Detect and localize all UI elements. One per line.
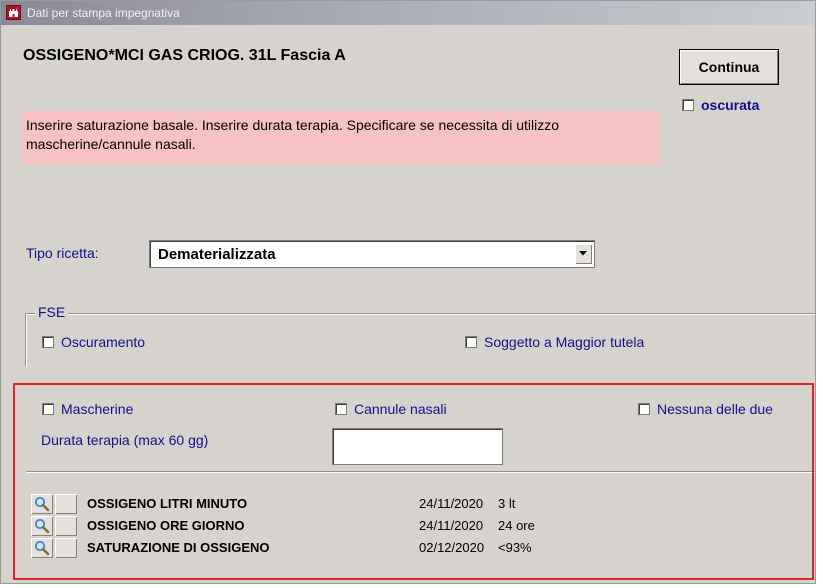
cannule-label: Cannule nasali bbox=[354, 401, 447, 417]
list-item: OSSIGENO ORE GIORNO 24/11/2020 24 ore bbox=[31, 515, 591, 537]
row-date: 24/11/2020 bbox=[419, 496, 484, 511]
product-title: OSSIGENO*MCI GAS CRIOG. 31L Fascia A bbox=[23, 47, 346, 64]
magnifier-icon[interactable] bbox=[31, 494, 53, 514]
row-name: OSSIGENO ORE GIORNO bbox=[87, 518, 245, 533]
nessuna-checkbox-box[interactable] bbox=[638, 403, 650, 416]
oscurata-checkbox-box[interactable] bbox=[682, 99, 694, 112]
list-item: SATURAZIONE DI OSSIGENO 02/12/2020 <93% bbox=[31, 537, 591, 559]
cannule-nasali-checkbox[interactable]: Cannule nasali bbox=[335, 401, 447, 417]
row-value: 3 lt bbox=[498, 496, 516, 511]
dialog-window: Dati per stampa impegnativa OSSIGENO*MCI… bbox=[0, 0, 816, 584]
tipo-ricetta-select[interactable]: Dematerializzata bbox=[149, 240, 595, 268]
mascherine-label: Mascherine bbox=[61, 401, 134, 417]
row-value: 24 ore bbox=[498, 518, 535, 533]
fse-group-legend: FSE bbox=[35, 304, 69, 320]
nessuna-delle-due-checkbox[interactable]: Nessuna delle due bbox=[638, 401, 773, 417]
row-name: SATURAZIONE DI OSSIGENO bbox=[87, 540, 270, 555]
row-name: OSSIGENO LITRI MINUTO bbox=[87, 496, 248, 511]
tipo-ricetta-label: Tipo ricetta: bbox=[26, 245, 99, 261]
magnifier-icon[interactable] bbox=[31, 538, 53, 558]
row-action-button[interactable] bbox=[55, 516, 77, 536]
tipo-ricetta-value: Dematerializzata bbox=[158, 246, 276, 263]
observation-list: OSSIGENO LITRI MINUTO 24/11/2020 3 lt OS… bbox=[31, 493, 591, 559]
magnifier-icon[interactable] bbox=[31, 516, 53, 536]
mascherine-checkbox[interactable]: Mascherine bbox=[42, 401, 133, 417]
oscurata-label: oscurata bbox=[701, 97, 760, 113]
cannule-checkbox-box[interactable] bbox=[335, 403, 347, 416]
soggetto-maggior-tutela-checkbox[interactable]: Soggetto a Maggior tutela bbox=[465, 334, 644, 350]
oscurata-checkbox[interactable]: oscurata bbox=[682, 97, 759, 113]
oscuramento-label: Oscuramento bbox=[61, 334, 146, 350]
oscuramento-checkbox[interactable]: Oscuramento bbox=[42, 334, 145, 350]
soggetto-checkbox-box[interactable] bbox=[465, 336, 477, 349]
title-bar[interactable]: Dati per stampa impegnativa bbox=[1, 1, 815, 25]
row-action-button[interactable] bbox=[55, 538, 77, 558]
row-date: 24/11/2020 bbox=[419, 518, 484, 533]
list-item: OSSIGENO LITRI MINUTO 24/11/2020 3 lt bbox=[31, 493, 591, 515]
oscuramento-checkbox-box[interactable] bbox=[42, 336, 54, 349]
mascherine-checkbox-box[interactable] bbox=[42, 403, 54, 416]
row-value: <93% bbox=[498, 540, 532, 555]
durata-terapia-label: Durata terapia (max 60 gg) bbox=[41, 432, 209, 448]
row-date: 02/12/2020 bbox=[419, 540, 485, 555]
window-title: Dati per stampa impegnativa bbox=[27, 6, 180, 20]
soggetto-label: Soggetto a Maggior tutela bbox=[484, 334, 645, 350]
dropdown-arrow-icon[interactable] bbox=[575, 244, 592, 264]
row-action-button[interactable] bbox=[55, 494, 77, 514]
durata-terapia-input[interactable] bbox=[332, 428, 503, 465]
castle-icon bbox=[6, 5, 21, 20]
instructions-note: Inserire saturazione basale. Inserire du… bbox=[22, 111, 659, 164]
nessuna-label: Nessuna delle due bbox=[657, 401, 773, 417]
continua-button[interactable]: Continua bbox=[679, 49, 779, 85]
section-divider bbox=[26, 471, 815, 473]
